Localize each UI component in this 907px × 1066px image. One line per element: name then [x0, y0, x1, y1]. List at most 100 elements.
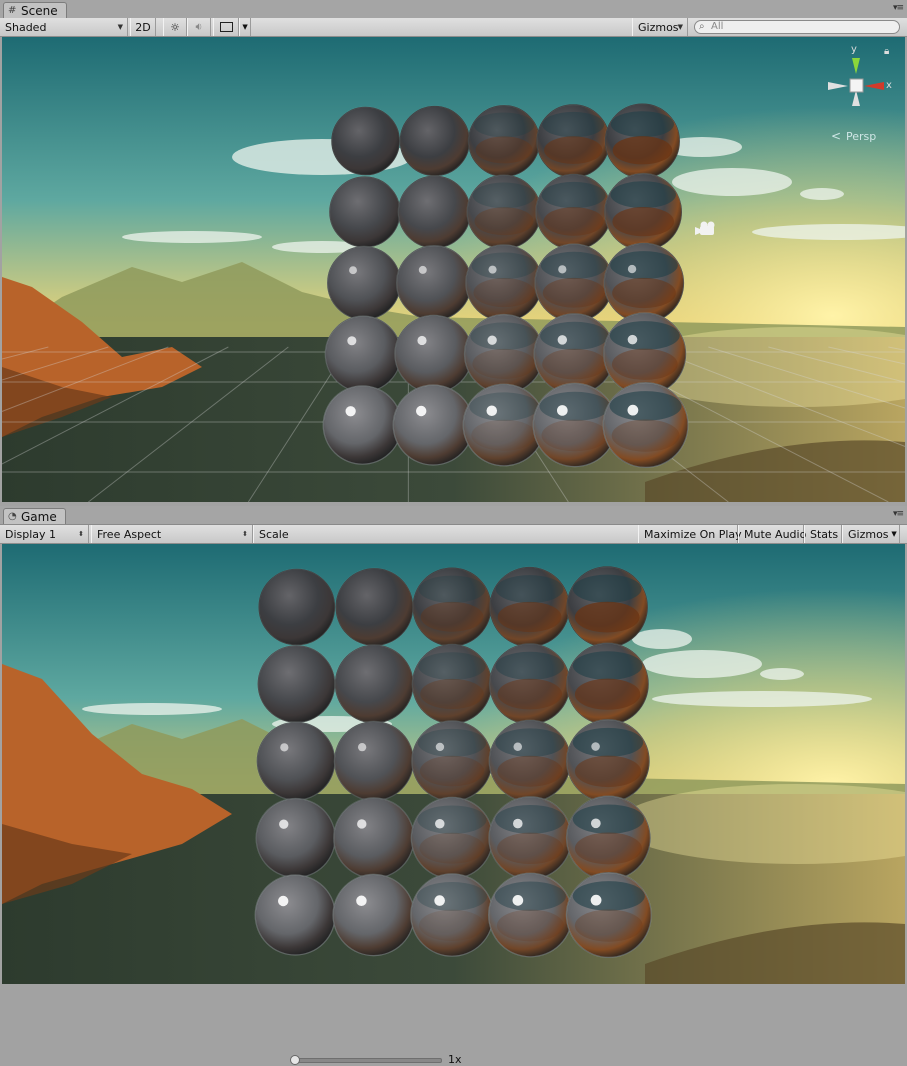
material-sphere[interactable] — [488, 796, 573, 880]
material-sphere[interactable] — [412, 567, 492, 647]
draw-mode-value: Shaded — [5, 20, 47, 34]
material-sphere[interactable] — [331, 106, 401, 176]
material-sphere[interactable] — [463, 313, 545, 395]
material-sphere[interactable] — [333, 720, 415, 802]
material-sphere[interactable] — [396, 245, 473, 322]
scene-lighting-toggle[interactable]: ☼ — [163, 18, 187, 36]
gizmo-center-cube[interactable] — [849, 78, 864, 93]
ground-reflection — [472, 348, 536, 379]
material-sphere[interactable] — [322, 385, 403, 465]
material-sphere[interactable] — [488, 643, 571, 725]
material-sphere[interactable] — [334, 644, 414, 724]
material-sphere[interactable] — [324, 315, 402, 393]
material-sphere[interactable] — [488, 719, 572, 803]
scene-panel-menu-icon[interactable]: ▾≡ — [893, 3, 904, 13]
draw-mode-dropdown[interactable]: Shaded ▼ — [0, 18, 128, 36]
ground-reflection — [419, 909, 485, 941]
material-sphere[interactable] — [602, 382, 689, 469]
scene-audio-toggle[interactable]: 🔉︎ — [187, 18, 211, 36]
specular-highlight — [357, 742, 367, 752]
specular-highlight — [345, 406, 356, 417]
scale-value: 1x — [448, 1053, 462, 1066]
game-gizmos-arrow[interactable]: ▼ — [887, 525, 901, 543]
material-sphere[interactable] — [488, 872, 573, 958]
maximize-on-play-toggle[interactable]: Maximize On Play — [638, 525, 742, 543]
material-sphere[interactable] — [258, 568, 336, 646]
gizmo-y-cone[interactable] — [852, 58, 860, 74]
material-sphere[interactable] — [565, 719, 650, 804]
game-tab[interactable]: ◔ Game — [3, 508, 66, 524]
material-sphere[interactable] — [326, 245, 402, 321]
ground-reflection — [542, 277, 606, 308]
material-sphere[interactable] — [410, 796, 494, 880]
material-sphere[interactable] — [332, 873, 415, 957]
scale-slider-handle[interactable] — [290, 1055, 300, 1065]
material-sphere[interactable] — [566, 565, 649, 649]
sky-reflection — [539, 391, 611, 421]
material-sphere[interactable] — [257, 644, 336, 724]
material-sphere[interactable] — [604, 103, 681, 179]
scene-orientation-gizmo[interactable] — [822, 46, 892, 116]
sky-reflection — [609, 391, 682, 421]
sky-reflection — [472, 182, 536, 209]
stats-toggle[interactable]: Stats — [804, 525, 842, 543]
material-sphere[interactable] — [328, 176, 401, 248]
cloud — [760, 668, 804, 680]
display-dropdown[interactable]: Display 1 ⬍ — [0, 525, 89, 543]
material-sphere[interactable] — [333, 797, 415, 879]
material-sphere[interactable] — [397, 175, 472, 249]
gizmo-x-cone[interactable] — [864, 82, 884, 90]
material-sphere[interactable] — [603, 242, 685, 324]
mode-2d-toggle[interactable]: 2D — [130, 18, 156, 36]
material-sphere[interactable] — [256, 721, 336, 801]
material-sphere[interactable] — [566, 642, 650, 726]
ground-reflection — [611, 419, 680, 452]
ground-reflection — [542, 348, 607, 380]
aspect-dropdown[interactable]: Free Aspect ⬍ — [91, 525, 253, 543]
specular-highlight — [513, 742, 523, 751]
material-sphere[interactable] — [604, 172, 683, 252]
material-sphere[interactable] — [254, 874, 336, 956]
ground-reflection — [611, 348, 678, 380]
mute-label: Mute Audio — [744, 527, 807, 541]
specular-highlight — [349, 266, 357, 275]
scene-viewport[interactable] — [2, 37, 905, 502]
lock-icon[interactable]: 🔒︎ — [884, 46, 889, 57]
mute-audio-toggle[interactable]: Mute Audio — [738, 525, 807, 543]
game-panel-menu-icon[interactable]: ▾≡ — [893, 509, 904, 519]
material-sphere[interactable] — [399, 105, 471, 177]
projection-label[interactable]: Persp — [846, 130, 876, 143]
material-sphere[interactable] — [533, 313, 616, 395]
material-sphere[interactable] — [467, 104, 541, 178]
material-sphere[interactable] — [535, 173, 612, 251]
scene-tab[interactable]: # Scene — [3, 2, 67, 18]
material-sphere[interactable] — [565, 872, 652, 959]
cloud — [652, 691, 872, 707]
material-sphere[interactable] — [411, 643, 493, 725]
scene-effects-dropdown[interactable]: ▼ — [239, 18, 251, 36]
scene-effects-toggle[interactable] — [213, 18, 239, 36]
grid-icon: # — [8, 4, 17, 16]
material-sphere[interactable] — [255, 797, 336, 879]
material-sphere[interactable] — [489, 566, 570, 648]
scale-slider-track[interactable] — [294, 1058, 442, 1063]
gizmo-neg-x-cone[interactable] — [828, 82, 848, 90]
ground-reflection — [497, 755, 563, 787]
scene-gizmos-dropdown[interactable]: Gizmos ▼ — [632, 18, 688, 36]
scene-search-input[interactable]: ⌕ All — [694, 20, 900, 34]
material-sphere[interactable] — [392, 384, 474, 466]
material-sphere[interactable] — [462, 383, 546, 467]
material-sphere[interactable] — [411, 720, 493, 802]
material-sphere[interactable] — [335, 567, 414, 647]
material-sphere[interactable] — [565, 795, 651, 881]
material-sphere[interactable] — [465, 244, 543, 322]
material-sphere[interactable] — [536, 103, 611, 179]
scale-control: Scale — [253, 525, 638, 543]
gizmo-y-label: y — [851, 44, 857, 55]
material-sphere[interactable] — [410, 873, 494, 957]
material-sphere[interactable] — [534, 243, 614, 323]
material-sphere[interactable] — [394, 314, 473, 394]
material-sphere[interactable] — [466, 174, 542, 250]
sky-reflection — [495, 575, 564, 604]
ground-reflection — [497, 678, 563, 710]
